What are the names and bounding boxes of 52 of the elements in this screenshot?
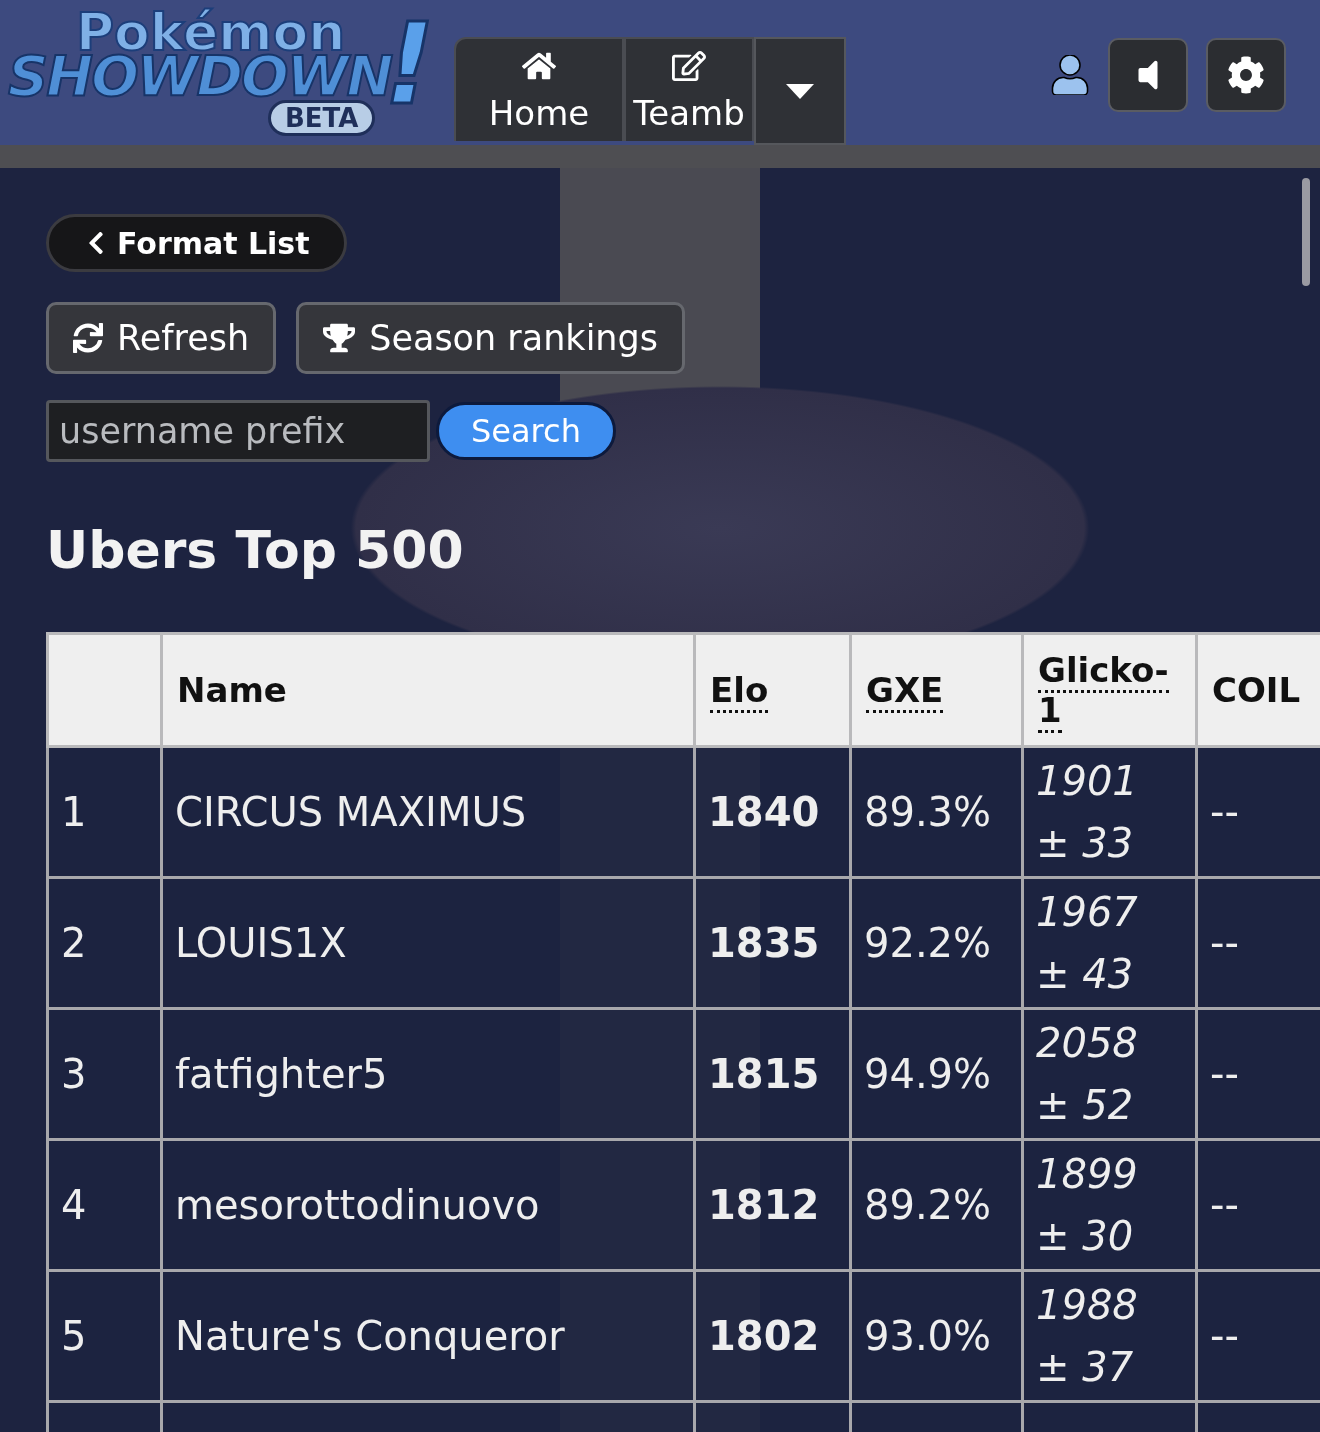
action-button[interactable]: Refresh (46, 302, 277, 374)
scrollbar[interactable] (1302, 178, 1310, 286)
gxe-cell: 92.2% (850, 877, 1023, 1009)
trophy-icon (323, 322, 356, 354)
column-header: Name (161, 633, 695, 747)
page-title: Ubers Top 500 (46, 520, 465, 580)
glicko-cell: 1899 ± 30 (1022, 1139, 1197, 1271)
elo-cell: 1815 (694, 1008, 851, 1140)
coil-cell: -- (1196, 1270, 1320, 1402)
column-header: GXE (850, 633, 1023, 747)
coil-cell: -- (1196, 746, 1320, 878)
glicko-cell: 2058 ± 52 (1022, 1008, 1197, 1140)
coil-cell: -- (1196, 1008, 1320, 1140)
rank-cell: 1 (47, 746, 162, 878)
glicko-cell: 1988 ± 37 (1022, 1270, 1197, 1402)
coil-cell: -- (1196, 877, 1320, 1009)
format-list-button[interactable]: Format List (46, 214, 347, 272)
sound-button[interactable] (1108, 38, 1188, 112)
rank-cell: 4 (47, 1139, 162, 1271)
elo-cell: 1812 (694, 1139, 851, 1271)
search-field[interactable]: username prefix (46, 400, 430, 462)
column-header: COIL (1196, 633, 1320, 747)
more-tabs-button[interactable] (754, 37, 846, 145)
rank-cell: 3 (47, 1008, 162, 1140)
settings-icon (1227, 56, 1265, 94)
column-header: Glicko-1 (1022, 633, 1197, 747)
name-cell: CIRCUS MAXIMUS (161, 746, 695, 878)
name-cell: Nature's Conqueror (161, 1270, 695, 1402)
glicko-cell: 1901 ± 33 (1022, 746, 1197, 878)
nav-tab[interactable]: Teamb (624, 37, 754, 141)
elo-cell: 1840 (694, 746, 851, 878)
elo-cell: 1802 (694, 1270, 851, 1402)
gxe-cell: 94.9% (850, 1008, 1023, 1140)
nav-tab[interactable]: Home (454, 37, 624, 141)
caret-icon (786, 83, 814, 99)
user-icon[interactable] (1050, 55, 1090, 95)
edit-icon (672, 49, 706, 83)
refresh-icon (73, 323, 103, 353)
gxe-cell: 93.0% (850, 1270, 1023, 1402)
gxe-cell: 89.2% (850, 1139, 1023, 1271)
name-cell: mesorottodinuovo (161, 1139, 695, 1271)
column-header: Elo (694, 633, 851, 747)
name-cell: fatfighter5 (161, 1008, 695, 1140)
elo-cell: 1835 (694, 877, 851, 1009)
action-button[interactable]: Season rankings (296, 302, 685, 374)
rank-cell: 2 (47, 877, 162, 1009)
gxe-cell: 89.3% (850, 746, 1023, 878)
name-cell: LOUIS1X (161, 877, 695, 1009)
coil-cell: -- (1196, 1139, 1320, 1271)
settings-button[interactable] (1206, 38, 1286, 112)
glicko-cell: 1967 ± 43 (1022, 877, 1197, 1009)
rank-cell: 5 (47, 1270, 162, 1402)
